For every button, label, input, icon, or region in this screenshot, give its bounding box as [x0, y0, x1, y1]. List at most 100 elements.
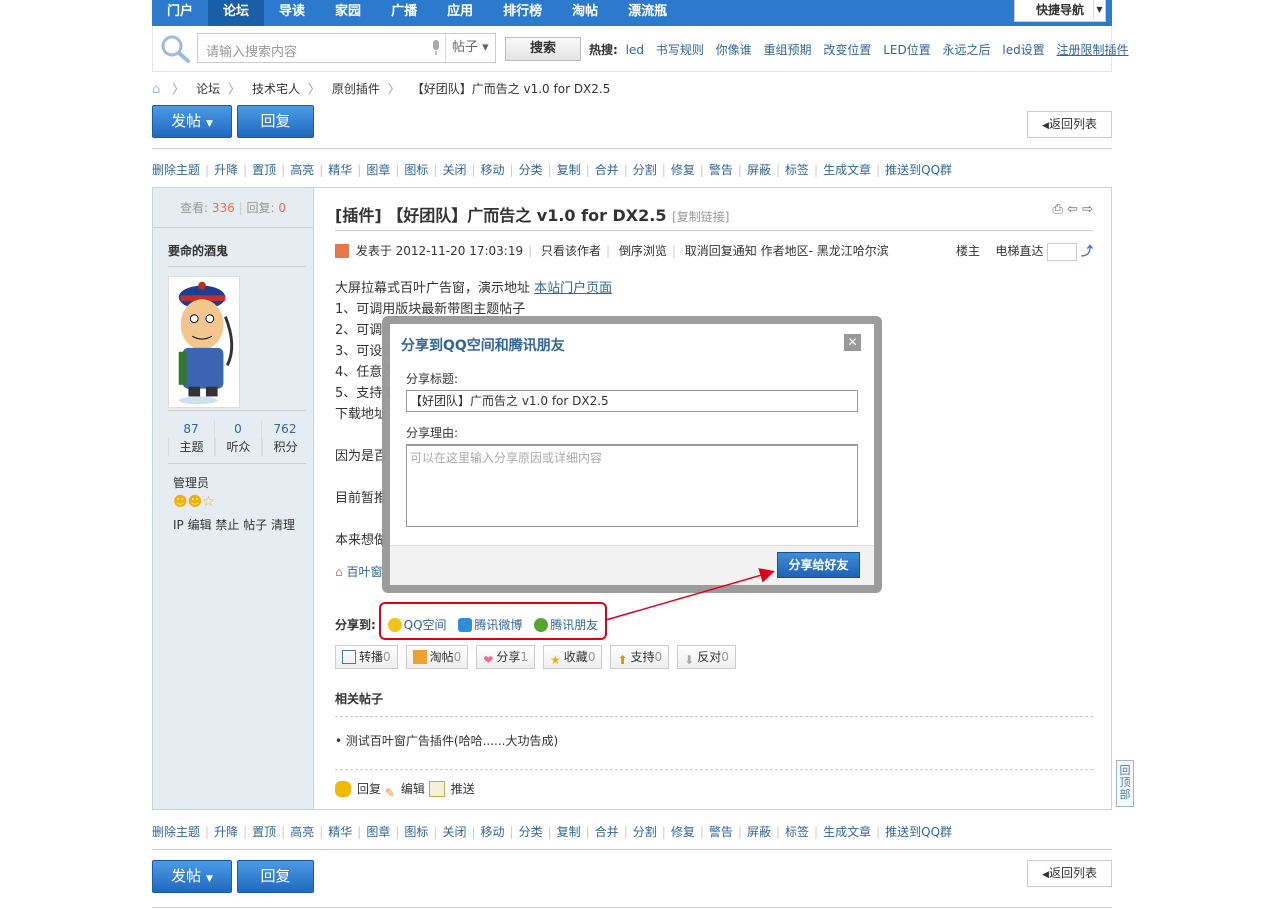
hot-search-link[interactable]: 改变位置 — [823, 43, 871, 57]
mod-action-link[interactable]: 升降 — [214, 825, 238, 839]
breadcrumb-board[interactable]: 原创插件 — [332, 82, 380, 96]
hot-search-link[interactable]: LED位置 — [883, 43, 931, 57]
search-button[interactable]: 搜索 — [505, 37, 581, 61]
nav-guide[interactable]: 导读 — [264, 0, 320, 26]
reply-button[interactable]: 回复 — [237, 105, 314, 138]
hot-search-link[interactable]: 注册限制插件 — [1057, 43, 1129, 57]
reverse-order-link[interactable]: 倒序浏览 — [619, 244, 667, 258]
mod-action-link[interactable]: 精华 — [328, 163, 352, 177]
elevator-go-icon[interactable]: ⤴ — [1081, 244, 1093, 258]
admin-links[interactable]: IP 编辑 禁止 帖子 清理 — [173, 516, 295, 533]
share-reason-textarea[interactable]: 可以在这里输入分享原因或详细内容 — [406, 444, 858, 527]
collect-button[interactable]: 淘帖0 — [405, 645, 469, 669]
mod-action-link[interactable]: 生成文章 — [823, 163, 871, 177]
mod-action-link[interactable]: 屏蔽 — [747, 163, 771, 177]
mod-action-link[interactable]: 移动 — [481, 163, 505, 177]
new-post-button[interactable]: 发帖 ▼ — [152, 105, 232, 138]
mod-action-link[interactable]: 标签 — [785, 163, 809, 177]
nav-portal[interactable]: 门户 — [152, 0, 208, 26]
mod-action-link[interactable]: 复制 — [557, 163, 581, 177]
forward-button[interactable]: 转播0 — [335, 645, 398, 669]
mod-action-link[interactable]: 移动 — [481, 825, 505, 839]
mod-action-link[interactable]: 警告 — [709, 163, 733, 177]
mod-action-link[interactable]: 修复 — [671, 825, 695, 839]
support-button[interactable]: ⬆ 支持0 — [610, 645, 670, 669]
hot-search-link[interactable]: led — [626, 43, 644, 57]
reply-button[interactable]: 回复 — [237, 860, 314, 893]
search-input[interactable]: 请输入搜索内容 帖子 ▾ — [197, 33, 496, 63]
favorite-button[interactable]: ★ 收藏0 — [543, 645, 603, 669]
back-to-list-button[interactable]: ◀返回列表 — [1027, 860, 1112, 887]
mod-action-link[interactable]: 图标 — [404, 825, 428, 839]
mod-action-link[interactable]: 推送到QQ群 — [885, 163, 952, 177]
floor-input[interactable] — [1047, 242, 1078, 261]
avatar[interactable] — [168, 276, 240, 408]
prev-thread-icon[interactable]: ⇦ — [1067, 202, 1078, 217]
share-button[interactable]: ❤ 分享1 — [476, 645, 536, 669]
close-icon[interactable]: ✕ — [844, 334, 861, 351]
edit-link[interactable]: ✎ 编辑 — [385, 782, 425, 800]
nav-bottle[interactable]: 漂流瓶 — [613, 0, 682, 26]
mod-action-link[interactable]: 合并 — [595, 825, 619, 839]
mod-action-link[interactable]: 合并 — [595, 163, 619, 177]
mod-action-link[interactable]: 关闭 — [442, 163, 466, 177]
mod-action-link[interactable]: 分割 — [633, 163, 657, 177]
mod-action-link[interactable]: 图标 — [404, 163, 428, 177]
copy-link[interactable]: [复制链接] — [672, 210, 729, 224]
new-post-button[interactable]: 发帖 ▼ — [152, 860, 232, 893]
mod-action-link[interactable]: 修复 — [671, 163, 695, 177]
mod-action-link[interactable]: 置顶 — [252, 163, 276, 177]
share-title-input[interactable]: 【好团队】广而告之 v1.0 for DX2.5 — [406, 390, 858, 412]
mod-action-link[interactable]: 分类 — [519, 825, 543, 839]
quick-nav-button[interactable]: 快捷导航 ▼ — [1014, 0, 1106, 22]
mod-action-link[interactable]: 屏蔽 — [747, 825, 771, 839]
user-role[interactable]: 管理员 — [173, 474, 209, 491]
push-link[interactable]: 推送 — [428, 781, 475, 797]
mod-action-link[interactable]: 分类 — [519, 163, 543, 177]
hot-search-link[interactable]: 重组预期 — [764, 43, 812, 57]
hot-search-link[interactable]: 永远之后 — [943, 43, 991, 57]
author-only-link[interactable]: 只看该作者 — [541, 244, 601, 258]
post-tag[interactable]: ⌂ 百叶窗 — [335, 563, 382, 580]
cancel-notify-link[interactable]: 取消回复通知 — [685, 244, 757, 258]
mod-action-link[interactable]: 高亮 — [290, 163, 314, 177]
print-icon[interactable]: ⎙ — [1053, 202, 1063, 217]
stat-topics[interactable]: 87 主题 — [168, 420, 214, 456]
share-to-friends-button[interactable]: 分享给好友 — [777, 552, 860, 578]
nav-ranking[interactable]: 排行榜 — [488, 0, 557, 26]
mod-action-link[interactable]: 置顶 — [252, 825, 276, 839]
mod-action-link[interactable]: 关闭 — [442, 825, 466, 839]
mod-action-link[interactable]: 复制 — [557, 825, 581, 839]
nav-forum[interactable]: 论坛 — [208, 0, 265, 26]
nav-home[interactable]: 家园 — [320, 0, 376, 26]
mod-action-link[interactable]: 警告 — [709, 825, 733, 839]
mod-action-link[interactable]: 生成文章 — [823, 825, 871, 839]
mod-action-link[interactable]: 图章 — [366, 825, 390, 839]
back-to-top-button[interactable]: 回顶部 — [1116, 760, 1134, 807]
stat-followers[interactable]: 0 听众 — [214, 420, 261, 456]
stat-points[interactable]: 762 积分 — [261, 420, 308, 456]
next-thread-icon[interactable]: ⇨ — [1082, 202, 1093, 217]
breadcrumb-category[interactable]: 技术宅人 — [252, 82, 300, 96]
mod-action-link[interactable]: 标签 — [785, 825, 809, 839]
mod-action-link[interactable]: 推送到QQ群 — [885, 825, 952, 839]
author-name[interactable]: 要命的酒鬼 — [168, 242, 228, 259]
mod-action-link[interactable]: 分割 — [633, 825, 657, 839]
breadcrumb-forum[interactable]: 论坛 — [196, 82, 220, 96]
microphone-icon[interactable] — [431, 40, 441, 56]
mod-action-link[interactable]: 精华 — [328, 825, 352, 839]
back-to-list-button[interactable]: ◀返回列表 — [1027, 111, 1112, 138]
breadcrumb-thread[interactable]: 【好团队】广而告之 v1.0 for DX2.5 — [412, 82, 611, 96]
nav-broadcast[interactable]: 广播 — [376, 0, 432, 26]
mod-action-link[interactable]: 删除主题 — [152, 825, 200, 839]
hot-search-link[interactable]: led设置 — [1002, 43, 1044, 57]
home-icon[interactable]: ⌂ — [152, 82, 160, 97]
search-type-select[interactable]: 帖子 ▾ — [445, 34, 495, 62]
mod-action-link[interactable]: 高亮 — [290, 825, 314, 839]
nav-collection[interactable]: 淘帖 — [557, 0, 613, 26]
reply-link[interactable]: 回复 — [335, 781, 381, 797]
hot-search-link[interactable]: 你像谁 — [716, 43, 752, 57]
hot-search-link[interactable]: 书写规则 — [656, 43, 704, 57]
portal-demo-link[interactable]: 本站门户页面 — [534, 281, 612, 296]
mod-action-link[interactable]: 删除主题 — [152, 163, 200, 177]
